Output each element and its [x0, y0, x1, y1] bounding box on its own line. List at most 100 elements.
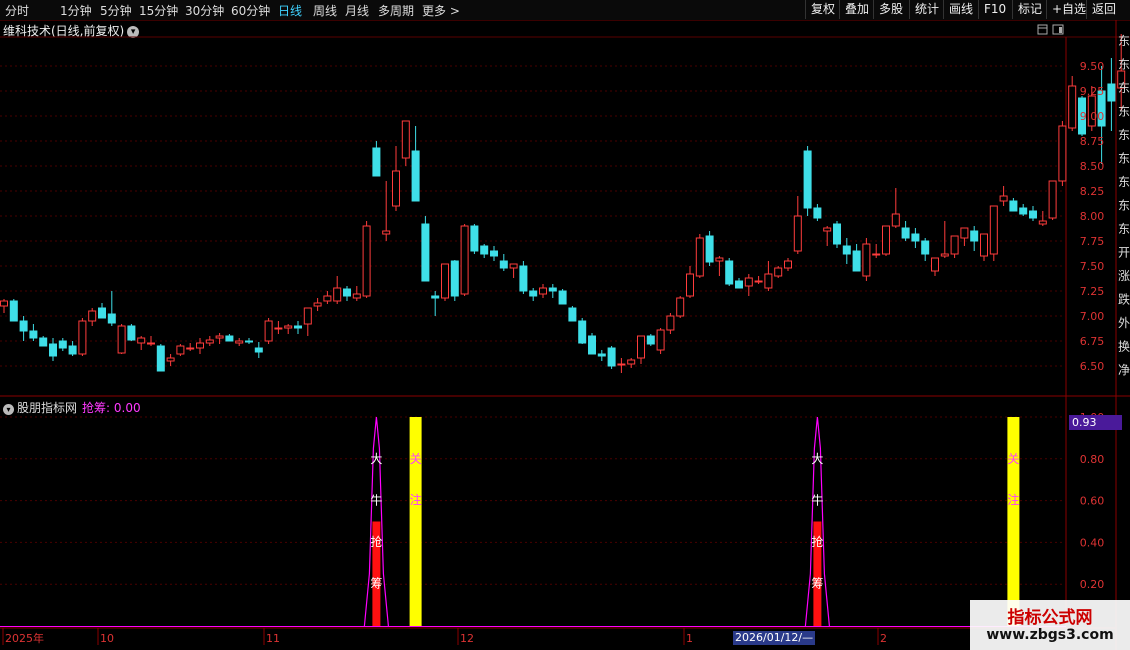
- focus-bar: [409, 417, 422, 626]
- price-chart[interactable]: 关注 关注 大牛抢筹 大牛抢筹 9.50 9.25 9.00 8.75 8.50 8.25 8.0…: [0, 0, 1130, 650]
- candle-body: [1029, 210, 1037, 219]
- candle-body: [568, 307, 577, 322]
- candle-body: [911, 233, 920, 242]
- watermark-url: www.zbgs3.com: [986, 627, 1114, 643]
- indicator-field: 抢筹: 0.00: [82, 401, 141, 415]
- candle-body: [431, 295, 440, 299]
- candle-body: [88, 310, 97, 322]
- candle-body: [245, 340, 253, 343]
- candle-body: [539, 287, 547, 295]
- candle-body: [1009, 200, 1018, 212]
- candle-body: [656, 329, 665, 351]
- chevron-down-icon[interactable]: ▾: [3, 404, 14, 415]
- candle-body: [421, 223, 430, 282]
- restore-icon[interactable]: [1037, 24, 1048, 35]
- candle-body: [313, 302, 322, 307]
- candle-body: [725, 260, 734, 285]
- candle-body: [333, 287, 342, 302]
- candle-body: [460, 225, 469, 295]
- price-tick-label: 8.25: [1080, 185, 1105, 198]
- right-panel-char: 东: [1118, 81, 1130, 95]
- candle-body: [735, 280, 743, 289]
- date-cursor-label: 2026/01/12/—: [733, 631, 816, 645]
- indicator-tick-label: 0.40: [1080, 536, 1105, 549]
- spike-label: 筹: [811, 577, 823, 591]
- candle-body: [754, 280, 763, 283]
- candle-body: [764, 273, 773, 289]
- candle-body: [499, 260, 508, 269]
- candle-body: [676, 297, 685, 317]
- indicator-name: 股朋指标网: [17, 401, 78, 415]
- candle-body: [343, 288, 351, 297]
- candle-body: [147, 342, 155, 345]
- candle-body: [588, 335, 596, 355]
- date-tick-label: 2025年: [5, 631, 44, 645]
- spike-label: 牛: [811, 493, 823, 508]
- spike-label: 抢: [370, 534, 382, 549]
- candle-body: [274, 327, 283, 330]
- spike-label: 牛: [370, 493, 382, 508]
- right-panel-char: 东: [1118, 222, 1130, 236]
- candle-body: [1058, 125, 1067, 182]
- candle-body: [823, 227, 832, 232]
- candle-body: [382, 230, 391, 235]
- candle-body: [480, 245, 489, 255]
- right-panel-char: 东: [1118, 58, 1130, 72]
- candle-body: [607, 347, 616, 367]
- candle-body: [617, 363, 626, 366]
- candle-body: [284, 325, 293, 329]
- price-tick-label: 6.50: [1080, 360, 1105, 373]
- maximize-icon[interactable]: [1052, 24, 1064, 35]
- candle-body: [352, 293, 361, 299]
- candle-body: [49, 343, 57, 357]
- candle-body: [411, 150, 420, 202]
- indicator-pane: 关注 关注 大牛抢筹 大牛抢筹: [0, 416, 1066, 627]
- grid: [0, 65, 1066, 585]
- candle-body: [999, 195, 1008, 202]
- right-panel-char: 外: [1118, 316, 1130, 330]
- candle-body: [166, 357, 175, 362]
- right-panel-char: 涨: [1118, 268, 1130, 283]
- candle-body: [9, 300, 18, 322]
- candle-body: [548, 287, 557, 292]
- right-panel-char: 东: [1118, 128, 1130, 142]
- candle-body: [98, 307, 106, 319]
- price-tick-label: 7.25: [1080, 285, 1105, 298]
- candle-body: [980, 233, 988, 257]
- spike-label: 大: [811, 452, 823, 466]
- candle-body: [637, 335, 645, 359]
- focus-bar: [1007, 417, 1020, 626]
- focus-bar-label: 注: [1007, 492, 1019, 507]
- price-tick-label: 8.75: [1080, 135, 1105, 148]
- candle-body: [646, 335, 655, 345]
- price-tick-label: 7.50: [1080, 260, 1105, 273]
- right-panel-char: 东: [1118, 199, 1130, 213]
- candle-body: [705, 235, 714, 263]
- candle-body: [950, 235, 959, 255]
- candle-body: [0, 300, 8, 307]
- right-panel-char: 开: [1118, 246, 1130, 260]
- candle-body: [921, 240, 930, 255]
- price-tick-label: 8.00: [1080, 210, 1105, 223]
- candle-body: [872, 253, 881, 256]
- price-tick-label: 7.75: [1080, 235, 1105, 248]
- indicator-title[interactable]: ▾ 股朋指标网 抢筹: 0.00: [3, 399, 141, 416]
- candle-body: [597, 353, 606, 357]
- candle-body: [225, 335, 234, 342]
- indicator-tick-label: 0.20: [1080, 578, 1105, 591]
- spike-label: 抢: [811, 534, 823, 549]
- right-panel-char: 东: [1118, 152, 1130, 166]
- candle-body: [29, 330, 38, 339]
- date-tick-label: 2: [880, 632, 887, 645]
- date-tick-label: 12: [460, 632, 474, 645]
- candle-body: [39, 337, 48, 347]
- candle-body: [372, 147, 381, 177]
- candle-body: [490, 250, 498, 257]
- candle-body: [960, 227, 969, 239]
- right-panel-char: 东: [1118, 34, 1130, 48]
- candle-body: [156, 345, 165, 372]
- right-panel-char: 换: [1118, 340, 1130, 354]
- candle-body: [882, 225, 890, 255]
- price-tick-label: 9.25: [1080, 85, 1105, 98]
- candle-body: [1048, 180, 1057, 219]
